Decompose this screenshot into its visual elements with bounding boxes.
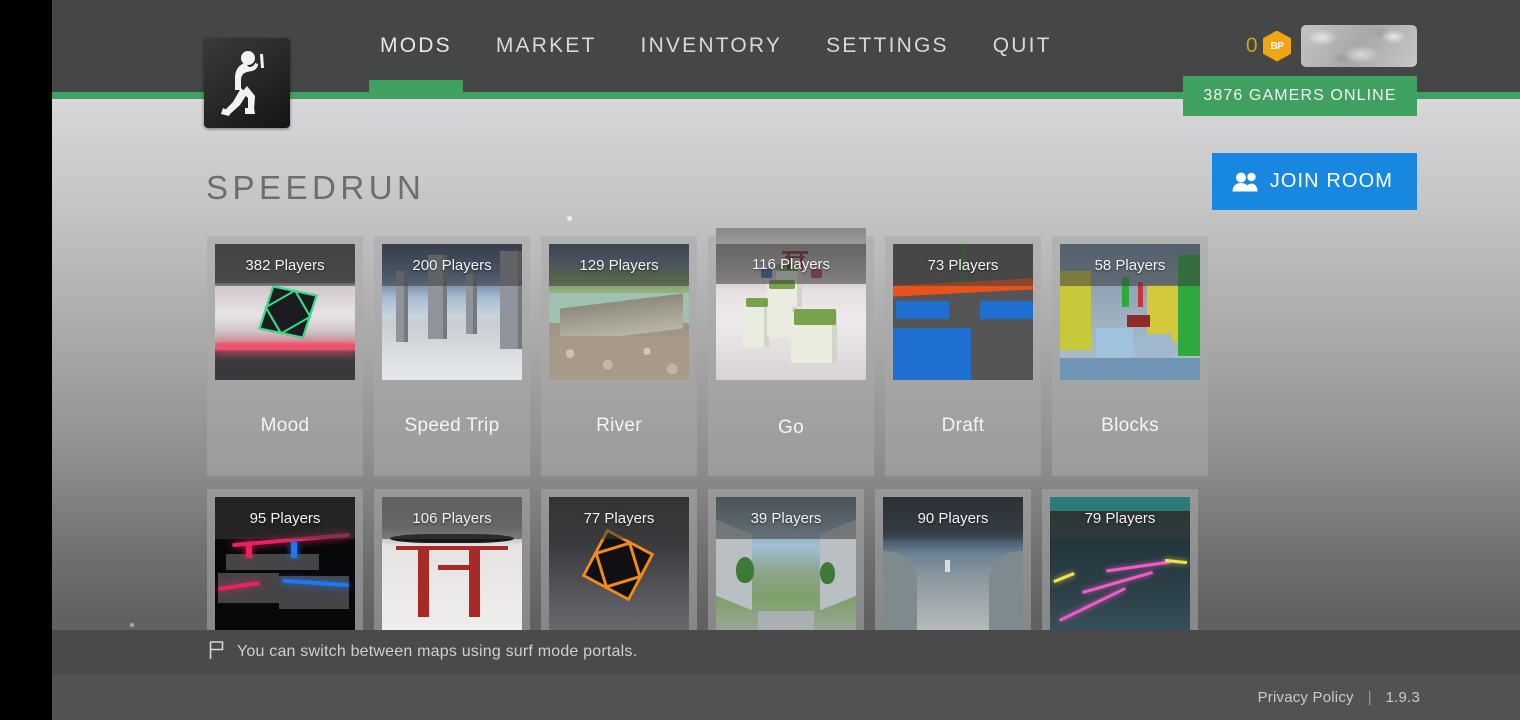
map-thumbnail: 39 Players: [716, 497, 856, 633]
map-thumbnail: 58 Players: [1060, 244, 1200, 380]
map-thumbnail: 200 Players: [382, 244, 522, 380]
game-window: MODS MARKET INVENTORY SETTINGS QUIT 0 BP…: [0, 0, 1520, 720]
map-thumbnail: 106 Players: [382, 497, 522, 633]
nav-item-market[interactable]: MARKET: [474, 0, 619, 92]
player-count-badge: 90 Players: [883, 497, 1023, 539]
particle-speck: [130, 623, 134, 627]
player-count-badge: 73 Players: [893, 244, 1033, 286]
nav-item-settings[interactable]: SETTINGS: [804, 0, 971, 92]
version-label: 1.9.3: [1385, 688, 1420, 706]
tip-bar: You can switch between maps using surf m…: [52, 630, 1520, 674]
map-thumbnail: 116 Players: [716, 228, 866, 380]
map-name: Speed Trip: [404, 415, 500, 436]
gamers-online-label: 3876 GAMERS ONLINE: [1203, 87, 1397, 104]
particle-speck: [567, 216, 572, 221]
player-count-badge: 95 Players: [215, 497, 355, 539]
nav-item-label: MODS: [380, 34, 452, 57]
footer-separator: |: [1367, 688, 1372, 706]
gamers-online-banner: 3876 GAMERS ONLINE: [1183, 76, 1417, 116]
player-count-badge: 116 Players: [716, 244, 866, 284]
map-card[interactable]: 129 Players River: [541, 236, 697, 476]
map-thumbnail: 77 Players: [549, 497, 689, 633]
map-card[interactable]: 58 Players Blocks: [1052, 236, 1208, 476]
player-count-badge: 382 Players: [215, 244, 355, 286]
game-stage: MODS MARKET INVENTORY SETTINGS QUIT 0 BP…: [52, 0, 1520, 720]
nav-item-label: SETTINGS: [826, 34, 949, 57]
page-header: SPEEDRUN JOIN ROOM: [206, 153, 1417, 221]
currency-amount: 0: [1245, 34, 1258, 57]
player-count-badge: 200 Players: [382, 244, 522, 286]
join-room-button[interactable]: JOIN ROOM: [1211, 153, 1417, 210]
player-count-badge: 79 Players: [1050, 497, 1190, 539]
nav-item-mods[interactable]: MODS: [358, 0, 474, 92]
map-card[interactable]: 73 Players Draft: [885, 236, 1041, 476]
map-card[interactable]: 382 Players Mood: [207, 236, 363, 476]
nav-item-label: QUIT: [992, 34, 1052, 57]
map-name: Go: [778, 417, 804, 438]
avatar[interactable]: [1301, 25, 1417, 67]
map-name: Mood: [260, 415, 310, 436]
player-count-badge: 77 Players: [549, 497, 689, 539]
map-card[interactable]: 116 Players Go: [708, 228, 874, 476]
privacy-policy-link[interactable]: Privacy Policy: [1258, 689, 1354, 706]
player-count-badge: 39 Players: [716, 497, 856, 539]
nav-item-inventory[interactable]: INVENTORY: [619, 0, 805, 92]
tip-text: You can switch between maps using surf m…: [237, 643, 638, 660]
map-name: Blocks: [1101, 415, 1159, 436]
player-count-badge: 58 Players: [1060, 244, 1200, 286]
player-count-badge: 129 Players: [549, 244, 689, 286]
join-room-label: JOIN ROOM: [1269, 170, 1393, 192]
map-name: River: [596, 415, 642, 436]
map-card[interactable]: 200 Players Speed Trip: [374, 236, 530, 476]
map-name: Draft: [941, 415, 985, 436]
player-count-badge: 106 Players: [382, 497, 522, 539]
nav-item-quit[interactable]: QUIT: [971, 0, 1074, 92]
map-thumbnail: 79 Players: [1050, 497, 1190, 633]
map-thumbnail: 95 Players: [215, 497, 355, 633]
map-thumbnail: 73 Players: [893, 244, 1033, 380]
nav-menu: MODS MARKET INVENTORY SETTINGS QUIT: [358, 0, 1074, 92]
page-title: SPEEDRUN: [206, 169, 426, 206]
currency-display[interactable]: 0 BP: [1245, 30, 1291, 62]
nav-item-label: MARKET: [495, 34, 597, 57]
footer-bar: Privacy Policy | 1.9.3: [52, 674, 1520, 720]
app-logo[interactable]: [204, 38, 290, 128]
running-man-icon: [221, 50, 273, 116]
bp-currency-icon: BP: [1263, 30, 1291, 62]
people-icon: [1232, 171, 1258, 193]
nav-item-label: INVENTORY: [640, 34, 783, 57]
flag-icon: [208, 640, 225, 665]
map-thumbnail: 129 Players: [549, 244, 689, 380]
map-thumbnail: 90 Players: [883, 497, 1023, 633]
map-thumbnail: 382 Players: [215, 244, 355, 380]
